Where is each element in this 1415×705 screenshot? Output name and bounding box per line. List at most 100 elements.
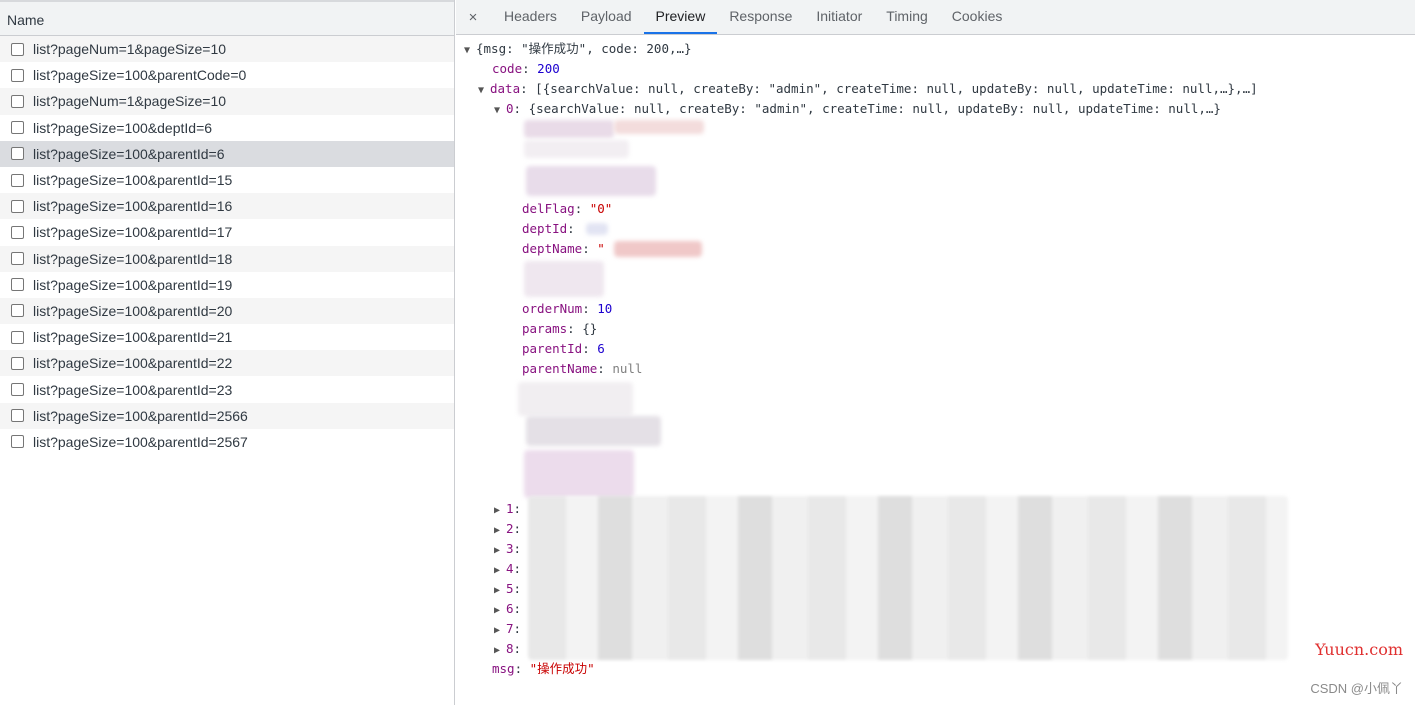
json-item-row[interactable]: ▶ 5: bbox=[494, 579, 521, 599]
json-root[interactable]: ▼ {msg: "操作成功", code: 200,…} bbox=[464, 39, 692, 59]
checkbox-icon[interactable] bbox=[11, 330, 24, 344]
collapse-triangle-icon[interactable]: ▶ bbox=[494, 501, 506, 521]
json-code-row: code: 200 bbox=[492, 61, 560, 76]
site-watermark: Yuucn.com bbox=[1315, 640, 1403, 659]
checkbox-icon[interactable] bbox=[11, 147, 24, 161]
author-watermark: CSDN @小佩丫 bbox=[1310, 681, 1403, 696]
details-tabbar: × Headers Payload Preview Response Initiator… bbox=[456, 0, 1415, 35]
json-item-row[interactable]: ▶ 1: bbox=[494, 499, 521, 519]
request-row[interactable]: list?pageNum=1&pageSize=10 bbox=[0, 88, 454, 115]
redacted-block bbox=[528, 496, 1288, 660]
tab-preview[interactable]: Preview bbox=[643, 0, 718, 34]
json-item-row[interactable]: ▶ 4: bbox=[494, 559, 521, 579]
request-name: list?pageSize=100&parentId=2566 bbox=[33, 407, 248, 424]
item-key: 3 bbox=[506, 541, 514, 556]
checkbox-icon[interactable] bbox=[11, 383, 24, 397]
request-row[interactable]: list?pageSize=100&parentId=20 bbox=[0, 297, 454, 325]
item-key: 1 bbox=[506, 501, 514, 516]
redacted-block bbox=[524, 140, 629, 158]
collapse-triangle-icon[interactable]: ▶ bbox=[494, 561, 506, 581]
checkbox-icon[interactable] bbox=[11, 225, 24, 239]
close-icon[interactable]: × bbox=[464, 0, 482, 34]
msg-key: msg bbox=[492, 661, 515, 676]
msg-value: "操作成功" bbox=[529, 661, 595, 676]
checkbox-icon[interactable] bbox=[11, 252, 24, 266]
request-row[interactable]: list?pageSize=100&parentId=17 bbox=[0, 219, 454, 245]
tab-payload[interactable]: Payload bbox=[569, 0, 644, 34]
request-name: list?pageSize=100&parentId=20 bbox=[33, 302, 233, 319]
json-parentid-row: parentId: 6 bbox=[522, 341, 605, 356]
checkbox-icon[interactable] bbox=[11, 199, 24, 213]
request-row[interactable]: list?pageSize=100&parentCode=0 bbox=[0, 62, 454, 88]
request-row[interactable]: list?pageSize=100&parentId=18 bbox=[0, 245, 454, 272]
request-row[interactable]: list?pageSize=100&parentId=22 bbox=[0, 350, 454, 377]
collapse-triangle-icon[interactable]: ▶ bbox=[494, 621, 506, 641]
code-key: code bbox=[492, 61, 523, 76]
expand-triangle-icon[interactable]: ▼ bbox=[478, 81, 490, 101]
request-row[interactable]: list?pageNum=1&pageSize=10 bbox=[0, 36, 454, 63]
json-item-row[interactable]: ▶ 2: bbox=[494, 519, 521, 539]
request-row[interactable]: list?pageSize=100&parentId=21 bbox=[0, 324, 454, 350]
tab-response[interactable]: Response bbox=[717, 0, 804, 34]
checkbox-icon[interactable] bbox=[11, 435, 24, 449]
checkbox-icon[interactable] bbox=[11, 94, 24, 108]
json-deptid-row: deptId: bbox=[522, 221, 575, 236]
tab-headers[interactable]: Headers bbox=[492, 0, 569, 34]
request-row[interactable]: list?pageSize=100&parentId=2566 bbox=[0, 402, 454, 429]
request-row[interactable]: list?pageSize=100&deptId=6 bbox=[0, 115, 454, 141]
request-row[interactable]: list?pageSize=100&parentId=19 bbox=[0, 272, 454, 298]
root-summary: {msg: "操作成功", code: 200,…} bbox=[476, 41, 692, 56]
delflag-key: delFlag bbox=[522, 201, 575, 216]
item-key: 5 bbox=[506, 581, 514, 596]
json-preview: ▼ {msg: "操作成功", code: 200,…} code: 200 ▼ d… bbox=[456, 36, 1415, 705]
details-panel: × Headers Payload Preview Response Initiator… bbox=[456, 0, 1415, 705]
request-row[interactable]: list?pageSize=100&parentId=23 bbox=[0, 376, 454, 402]
tab-cookies[interactable]: Cookies bbox=[940, 0, 1015, 34]
collapse-triangle-icon[interactable]: ▶ bbox=[494, 601, 506, 621]
json-item-row[interactable]: ▶ 8: bbox=[494, 639, 521, 659]
json-deptname-row: deptName: " bbox=[522, 241, 605, 256]
checkbox-icon[interactable] bbox=[11, 42, 24, 56]
item-key: 8 bbox=[506, 641, 514, 656]
redacted-block bbox=[524, 120, 614, 138]
collapse-triangle-icon[interactable]: ▶ bbox=[494, 641, 506, 661]
parentname-key: parentName bbox=[522, 361, 598, 376]
code-value: 200 bbox=[537, 61, 560, 76]
item-0-key: 0 bbox=[506, 101, 514, 116]
json-item-row[interactable]: ▶ 6: bbox=[494, 599, 521, 619]
collapse-triangle-icon[interactable]: ▶ bbox=[494, 521, 506, 541]
tab-initiator[interactable]: Initiator bbox=[804, 0, 874, 34]
json-data-row[interactable]: ▼ data: [{searchValue: null, createBy: "a… bbox=[478, 79, 1258, 99]
expand-triangle-icon[interactable]: ▼ bbox=[494, 101, 506, 121]
name-column-header[interactable]: Name bbox=[0, 0, 454, 36]
deptid-key: deptId bbox=[522, 221, 568, 236]
checkbox-icon[interactable] bbox=[11, 304, 24, 318]
checkbox-icon[interactable] bbox=[11, 409, 24, 423]
collapse-triangle-icon[interactable]: ▶ bbox=[494, 541, 506, 561]
item-key: 2 bbox=[506, 521, 514, 536]
collapse-triangle-icon[interactable]: ▶ bbox=[494, 581, 506, 601]
checkbox-icon[interactable] bbox=[11, 173, 24, 187]
params-value: {} bbox=[582, 321, 598, 336]
request-row[interactable]: list?pageSize=100&parentId=6 bbox=[0, 140, 454, 167]
request-name: list?pageSize=100&parentId=6 bbox=[33, 145, 225, 162]
expand-triangle-icon[interactable]: ▼ bbox=[464, 41, 476, 61]
json-delflag-row: delFlag: "0" bbox=[522, 201, 613, 216]
request-name: list?pageSize=100&parentId=22 bbox=[33, 355, 233, 372]
params-key: params bbox=[522, 321, 568, 336]
item-key: 7 bbox=[506, 621, 514, 636]
parentname-value: null bbox=[612, 361, 643, 376]
json-item-0-row[interactable]: ▼ 0: {searchValue: null, createBy: "admin… bbox=[494, 99, 1221, 119]
request-row[interactable]: list?pageSize=100&parentId=16 bbox=[0, 193, 454, 220]
checkbox-icon[interactable] bbox=[11, 121, 24, 135]
tab-timing[interactable]: Timing bbox=[874, 0, 940, 34]
json-item-row[interactable]: ▶ 3: bbox=[494, 539, 521, 559]
checkbox-icon[interactable] bbox=[11, 68, 24, 82]
request-name: list?pageSize=100&parentId=23 bbox=[33, 381, 233, 398]
checkbox-icon[interactable] bbox=[11, 278, 24, 292]
json-item-row[interactable]: ▶ 7: bbox=[494, 619, 521, 639]
checkbox-icon[interactable] bbox=[11, 356, 24, 370]
request-row[interactable]: list?pageSize=100&parentId=15 bbox=[0, 167, 454, 193]
request-name: list?pageSize=100&parentId=18 bbox=[33, 250, 233, 267]
request-row[interactable]: list?pageSize=100&parentId=2567 bbox=[0, 429, 454, 455]
